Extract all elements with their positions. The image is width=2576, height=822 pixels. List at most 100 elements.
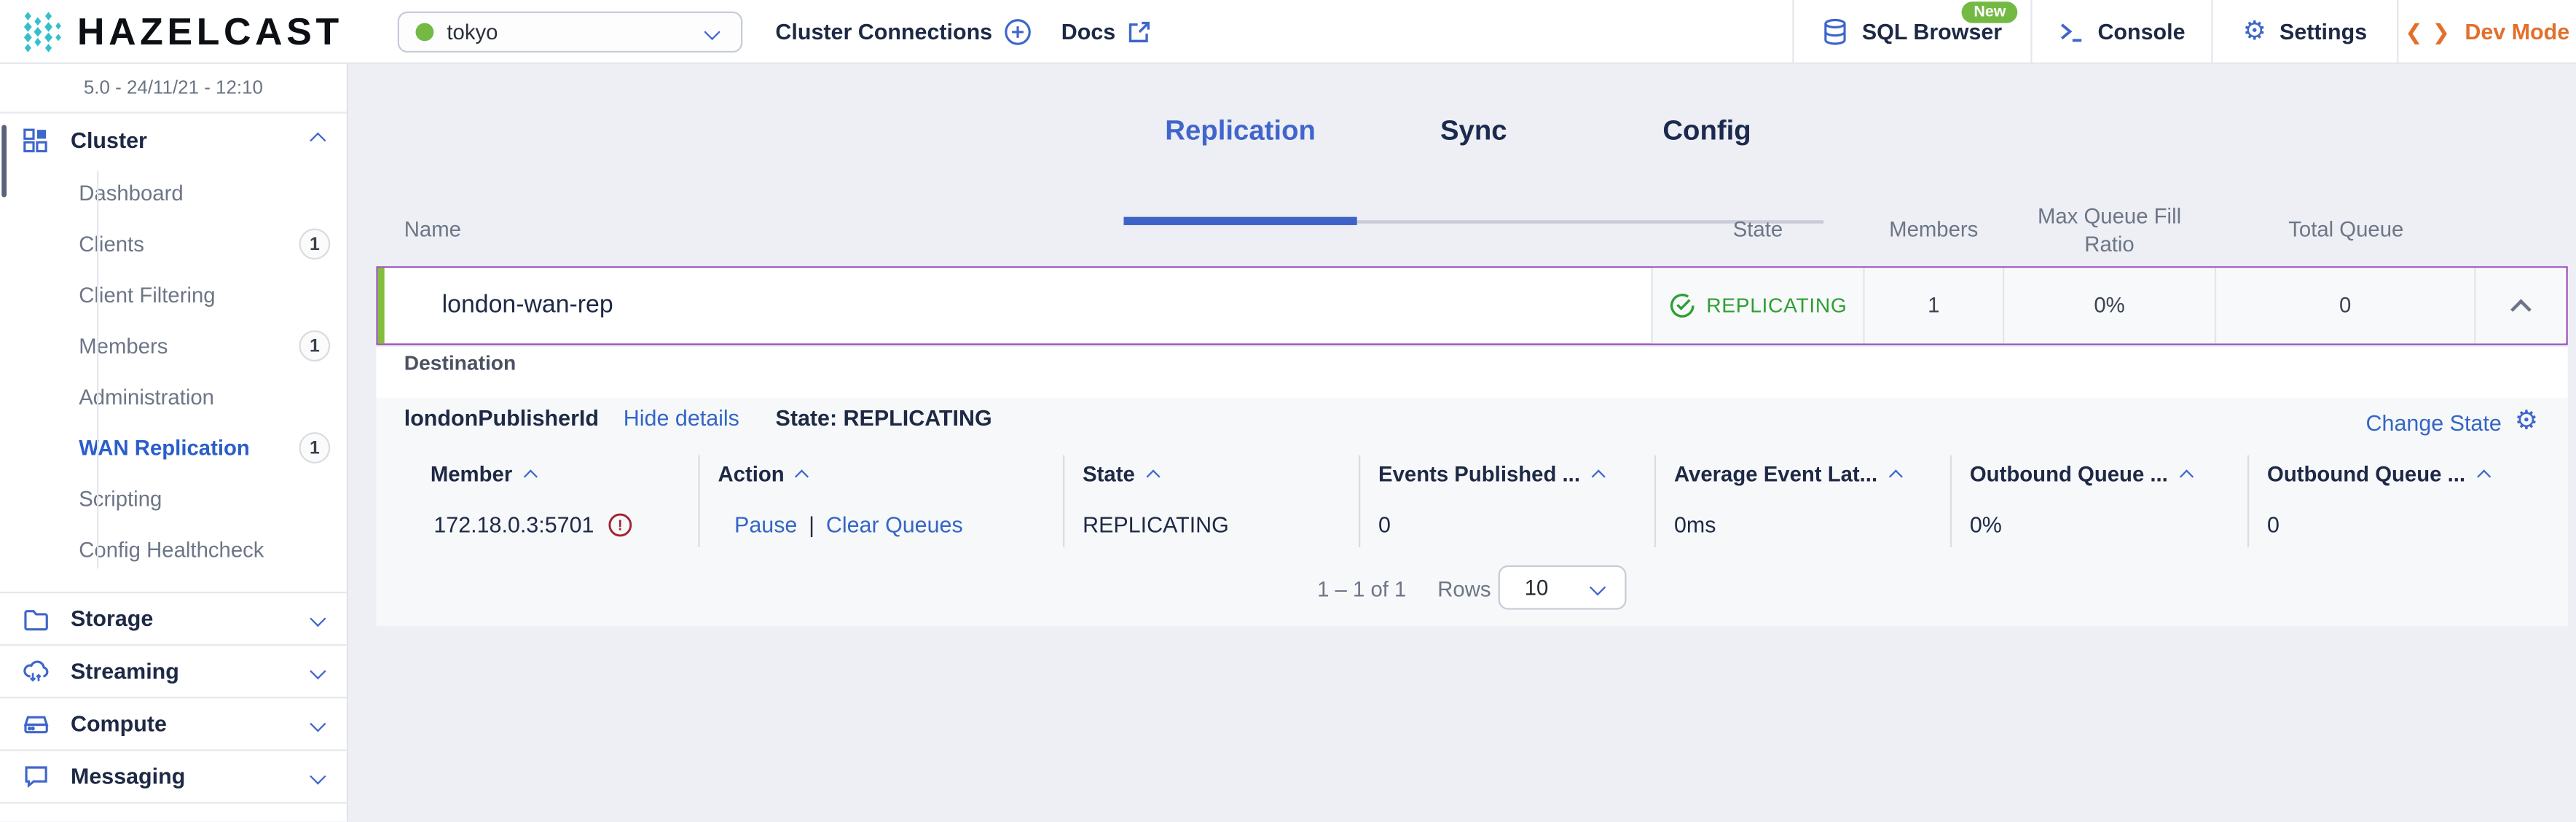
outbound-queue-pct-cell: 0%	[1969, 512, 2002, 538]
chevron-down-icon	[310, 716, 326, 732]
sort-caret-icon	[795, 469, 810, 483]
sidebar-item-administration[interactable]: Administration	[0, 372, 347, 423]
column-header-name: Name	[404, 216, 461, 242]
action-cell: Pause | Clear Queues	[734, 513, 963, 538]
settings-label: Settings	[2279, 20, 2368, 44]
wan-state-value: REPLICATING	[1706, 294, 1847, 317]
sort-caret-icon	[1591, 469, 1606, 483]
dev-mode-label: Dev Mode	[2465, 20, 2570, 44]
cluster-connections-button[interactable]: Cluster Connections	[775, 0, 1032, 64]
sidebar-item-config-healthcheck[interactable]: Config Healthcheck	[0, 524, 347, 575]
grid-icon	[23, 128, 50, 153]
console-label: Console	[2097, 20, 2186, 44]
chat-bubble-icon	[23, 764, 51, 789]
active-tab-indicator	[1123, 216, 1357, 225]
tab-config[interactable]: Config	[1590, 103, 1823, 160]
warning-icon: !	[607, 513, 632, 538]
member-column-header[interactable]: Member	[431, 462, 538, 487]
sidebar-item-scripting[interactable]: Scripting	[0, 473, 347, 524]
chevron-up-icon	[2509, 299, 2531, 321]
destination-label: Destination	[404, 351, 517, 375]
dev-mode-button[interactable]: ❮ ❯ Dev Mode	[2397, 0, 2576, 64]
action-column-header[interactable]: Action	[718, 462, 810, 487]
cloud-sync-icon	[23, 659, 51, 684]
sidebar-section-cluster[interactable]: Cluster	[0, 114, 347, 168]
sort-caret-icon	[523, 469, 538, 483]
publisher-state-text: State: REPLICATING	[775, 406, 992, 431]
members-cell: 1	[1863, 267, 2003, 343]
sort-caret-icon	[1888, 469, 1903, 483]
max-queue-fill-ratio-cell: 0%	[2002, 267, 2215, 343]
member-state-cell: REPLICATING	[1083, 512, 1229, 538]
docs-link[interactable]: Docs	[1061, 0, 1152, 64]
external-link-icon	[1127, 20, 1152, 44]
sidebar-section-messaging[interactable]: Messaging	[0, 749, 347, 802]
sidebar-collapsed-sections: Storage Streaming Compute Messaging	[0, 591, 347, 804]
row-accent-bar	[377, 267, 385, 343]
wan-replication-detail: Destination londonPublisherId Hide detai…	[376, 346, 2568, 627]
clear-queues-link[interactable]: Clear Queues	[826, 513, 963, 538]
column-header-total-queue: Total Queue	[2288, 216, 2404, 242]
column-header-members: Members	[1889, 216, 1979, 242]
sidebar-section-storage[interactable]: Storage	[0, 591, 347, 644]
settings-button[interactable]: ⚙ Settings	[2211, 0, 2397, 64]
outbound-queue-column-header[interactable]: Outbound Queue ...	[2267, 462, 2491, 487]
sidebar-item-members[interactable]: Members 1	[0, 321, 347, 372]
column-divider	[1654, 455, 1657, 547]
wan-replication-row[interactable]: london-wan-rep REPLICATING 1 0% 0	[376, 266, 2568, 345]
collapse-row-button[interactable]	[2474, 267, 2565, 343]
sort-caret-icon	[1146, 469, 1161, 483]
state-cell: REPLICATING	[1651, 267, 1864, 343]
column-divider	[1063, 455, 1065, 547]
sort-caret-icon	[2476, 469, 2491, 483]
events-published-cell: 0	[1378, 512, 1391, 538]
events-published-column-header[interactable]: Events Published ...	[1378, 462, 1606, 487]
top-bar: HAZELCAST tokyo Cluster Connections Docs	[0, 0, 2576, 64]
change-state-label: Change State	[2365, 410, 2502, 435]
change-state-button[interactable]: Change State ⚙	[2365, 407, 2539, 436]
cluster-selector-dropdown[interactable]: tokyo	[397, 11, 743, 53]
tab-sync[interactable]: Sync	[1357, 103, 1590, 160]
gear-icon: ⚙	[2514, 407, 2539, 436]
server-icon	[23, 713, 51, 736]
database-icon	[1823, 18, 1849, 46]
sidebar-item-clients[interactable]: Clients 1	[0, 219, 347, 270]
avg-event-latency-column-header[interactable]: Average Event Lat...	[1674, 462, 1903, 487]
rows-per-page-value: 10	[1524, 575, 1549, 600]
outbound-queue-pct-column-header[interactable]: Outbound Queue ...	[1970, 462, 2194, 487]
publisher-summary: londonPublisherId Hide details State: RE…	[404, 406, 992, 431]
hazelcast-logo[interactable]: HAZELCAST	[21, 10, 343, 55]
state-column-header[interactable]: State	[1083, 462, 1161, 487]
check-circle-icon	[1668, 292, 1695, 318]
total-queue-cell: 0	[2214, 267, 2475, 343]
column-divider	[1949, 455, 1952, 547]
avg-event-latency-cell: 0ms	[1673, 512, 1716, 538]
rows-per-page-label: Rows	[1437, 576, 1491, 602]
sidebar-item-client-filtering[interactable]: Client Filtering	[0, 270, 347, 321]
logo-wordmark: HAZELCAST	[76, 9, 343, 53]
sidebar-section-compute[interactable]: Compute	[0, 697, 347, 749]
outbound-queue-cell: 0	[2267, 512, 2279, 538]
sql-browser-button[interactable]: New SQL Browser	[1792, 0, 2030, 64]
sidebar-item-dashboard[interactable]: Dashboard	[0, 168, 347, 219]
code-brackets-icon: ❮ ❯	[2405, 18, 2452, 44]
console-button[interactable]: Console	[2030, 0, 2211, 64]
folder-icon	[23, 607, 51, 630]
member-address: 172.18.0.3:5701	[433, 512, 594, 538]
column-header-state: State	[1732, 216, 1783, 242]
sidebar-item-wan-replication[interactable]: WAN Replication 1	[0, 423, 347, 474]
chevron-down-icon	[1589, 579, 1606, 596]
chevron-down-icon	[310, 663, 326, 680]
pause-link[interactable]: Pause	[734, 513, 797, 538]
sidebar-section-streaming[interactable]: Streaming	[0, 643, 347, 697]
member-cell: 172.18.0.3:5701 !	[433, 512, 632, 538]
tab-replication[interactable]: Replication	[1123, 103, 1356, 160]
hide-details-link[interactable]: Hide details	[624, 406, 739, 431]
column-divider	[2247, 455, 2250, 547]
top-bar-actions: New SQL Browser Console ⚙ Settings ❮ ❯ D…	[1792, 0, 2576, 64]
cluster-status-dot	[415, 23, 434, 42]
rows-per-page-select[interactable]: 10	[1498, 565, 1627, 610]
pagination-range: 1 – 1 of 1	[1317, 576, 1407, 602]
clients-count-badge: 1	[299, 228, 331, 260]
chevron-down-icon	[310, 610, 326, 627]
